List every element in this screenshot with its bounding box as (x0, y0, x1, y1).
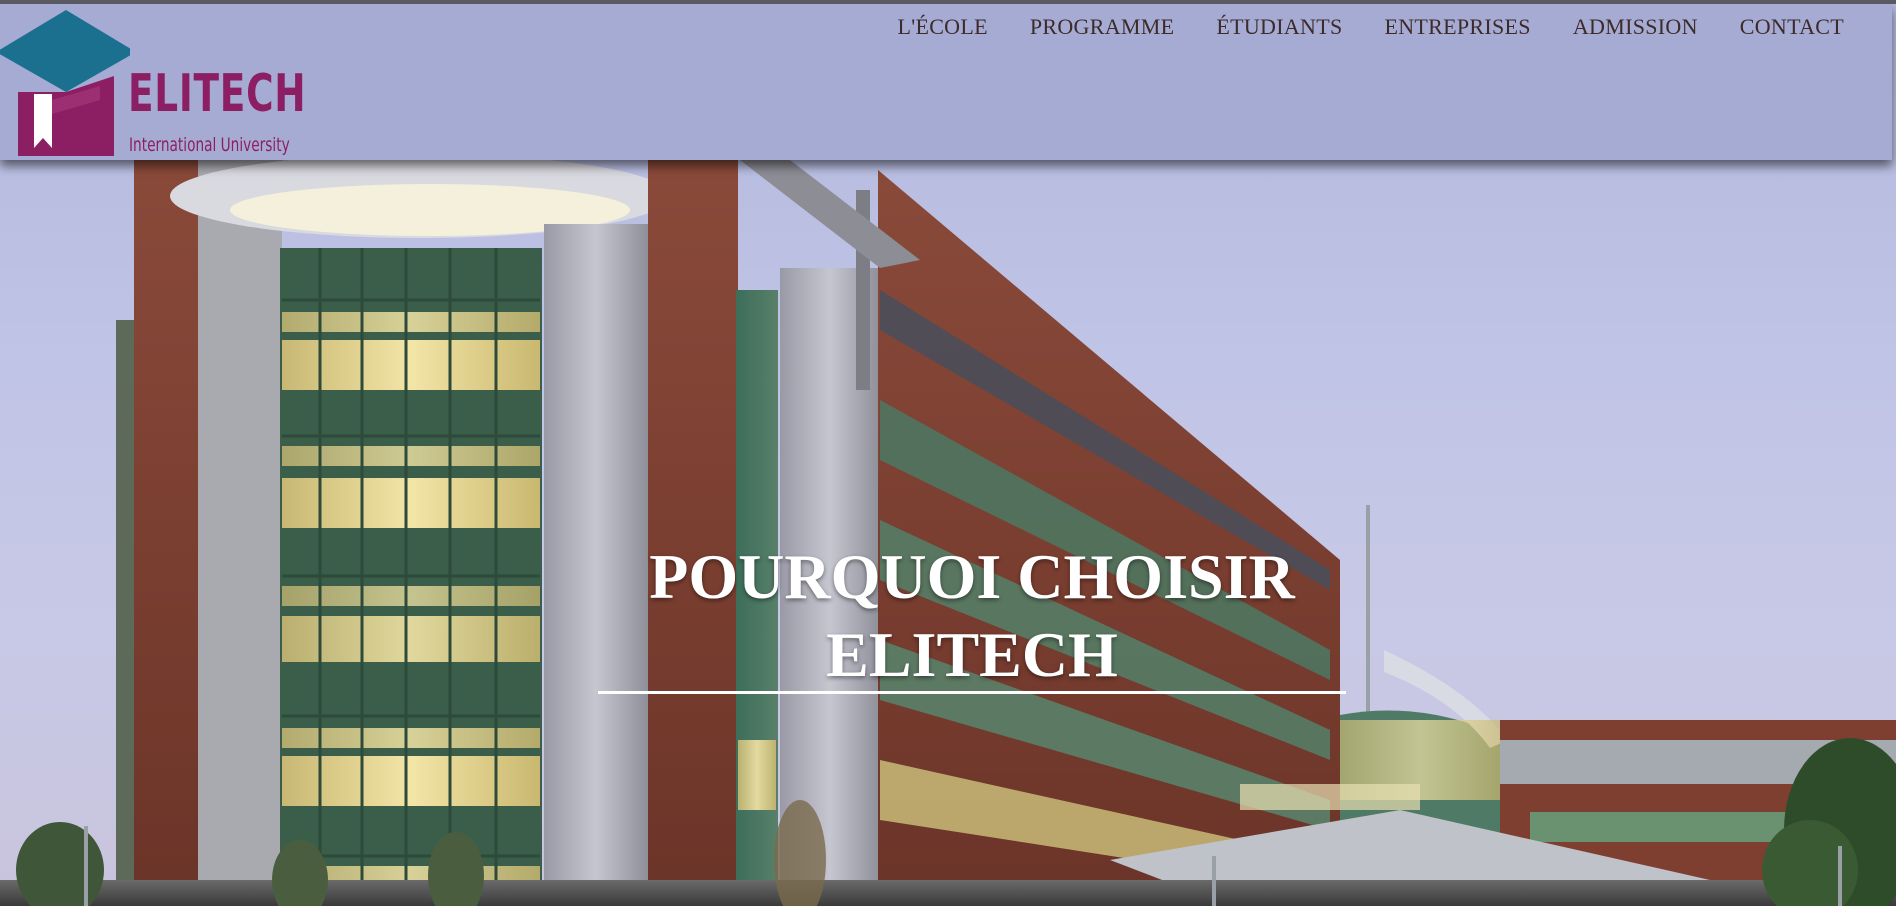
brand-tagline: International University (129, 134, 290, 156)
top-border (0, 0, 1896, 4)
brand-name: ELITECH (128, 64, 307, 124)
nav-item-entreprises[interactable]: ENTREPRISES (1385, 14, 1531, 40)
nav-item-admission[interactable]: ADMISSION (1573, 14, 1698, 40)
hero-title-line-1: POURQUOI CHOISIR (649, 541, 1295, 612)
hero-title-underline (598, 691, 1346, 694)
nav-item-etudiants[interactable]: ÉTUDIANTS (1216, 14, 1342, 40)
main-navigation: L'ÉCOLE PROGRAMME ÉTUDIANTS ENTREPRISES … (855, 14, 1844, 40)
hero-title: POURQUOI CHOISIR ELITECH (598, 538, 1346, 694)
hero-title-line-2: ELITECH (826, 619, 1118, 690)
brand-logo[interactable]: ELITECH International University (0, 6, 306, 158)
graduation-cap-icon (0, 10, 130, 156)
nav-item-ecole[interactable]: L'ÉCOLE (897, 14, 987, 40)
nav-item-contact[interactable]: CONTACT (1740, 14, 1844, 40)
page: ELITECH International University L'ÉCOLE… (0, 0, 1896, 906)
nav-item-programme[interactable]: PROGRAMME (1030, 14, 1175, 40)
site-header: ELITECH International University L'ÉCOLE… (0, 4, 1892, 160)
